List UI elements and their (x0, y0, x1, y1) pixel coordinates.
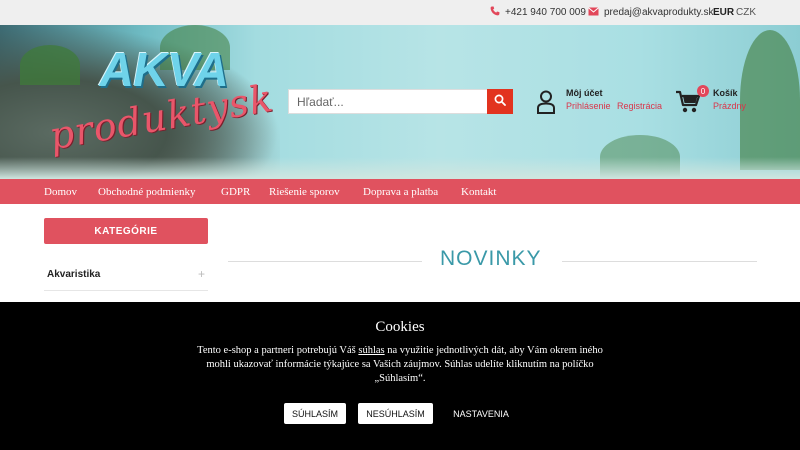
user-icon[interactable] (537, 90, 555, 119)
site-logo[interactable]: AKVA produktysk (40, 43, 280, 163)
cookie-consent-banner: Cookies Tento e-shop a partneri potrebuj… (0, 302, 800, 450)
cookie-text-start: Tento e-shop a partneri potrebujú Váš (197, 345, 359, 356)
category-label: Akvaristika (47, 268, 101, 280)
settings-button[interactable]: NASTAVENIA (446, 403, 516, 424)
main-navigation: Domov Obchodné podmienky GDPR Riešenie s… (0, 179, 800, 204)
nav-gdpr[interactable]: GDPR (221, 179, 250, 204)
currency-czk[interactable]: CZK (736, 0, 756, 25)
cookie-title: Cookies (375, 319, 425, 335)
account-links: Prihlásenie Registrácia (566, 101, 666, 111)
nav-riesenie-sporov[interactable]: Riešenie sporov (269, 179, 340, 204)
nav-doprava-a-platba[interactable]: Doprava a platba (363, 179, 438, 204)
search-input[interactable] (288, 89, 487, 114)
search-icon (494, 93, 506, 111)
phone-contact[interactable]: +421 940 700 009 (490, 0, 586, 25)
nav-obchodne-podmienky[interactable]: Obchodné podmienky (98, 179, 195, 204)
phone-number: +421 940 700 009 (505, 7, 586, 18)
search-button[interactable] (487, 89, 513, 114)
search-bar (288, 89, 513, 114)
currency-eur[interactable]: EUR (713, 0, 734, 25)
cookie-text: Tento e-shop a partneri potrebujú Váš sú… (190, 344, 610, 386)
login-link[interactable]: Prihlásenie (566, 101, 611, 111)
cart-status: Prázdny (713, 101, 747, 111)
title-divider-right (562, 261, 757, 262)
site-header: AKVA produktysk Môj účet Prihlásenie Reg… (0, 25, 800, 179)
category-item-akvaristika[interactable]: Akvaristika + (44, 258, 208, 291)
accept-button[interactable]: SÚHLASÍM (284, 403, 346, 424)
email-address: predaj@akvaprodukty.sk (604, 7, 714, 18)
account-title: Môj účet (566, 88, 603, 98)
top-bar: +421 940 700 009 predaj@akvaprodukty.sk … (0, 0, 800, 25)
cart-count-badge: 0 (697, 85, 709, 97)
nav-kontakt[interactable]: Kontakt (461, 179, 496, 204)
expand-icon[interactable]: + (198, 267, 205, 281)
section-title: NOVINKY (440, 247, 542, 270)
nav-domov[interactable]: Domov (44, 179, 77, 204)
reject-button[interactable]: NESÚHLASÍM (358, 403, 433, 424)
email-contact[interactable]: predaj@akvaprodukty.sk (588, 0, 713, 25)
categories-header[interactable]: KATEGÓRIE (44, 218, 208, 244)
phone-icon (490, 6, 500, 19)
cart-title: Košík (713, 88, 738, 98)
title-divider-left (228, 261, 422, 262)
consent-link[interactable]: súhlas (358, 345, 384, 356)
register-link[interactable]: Registrácia (617, 101, 662, 111)
mail-icon (588, 6, 599, 19)
